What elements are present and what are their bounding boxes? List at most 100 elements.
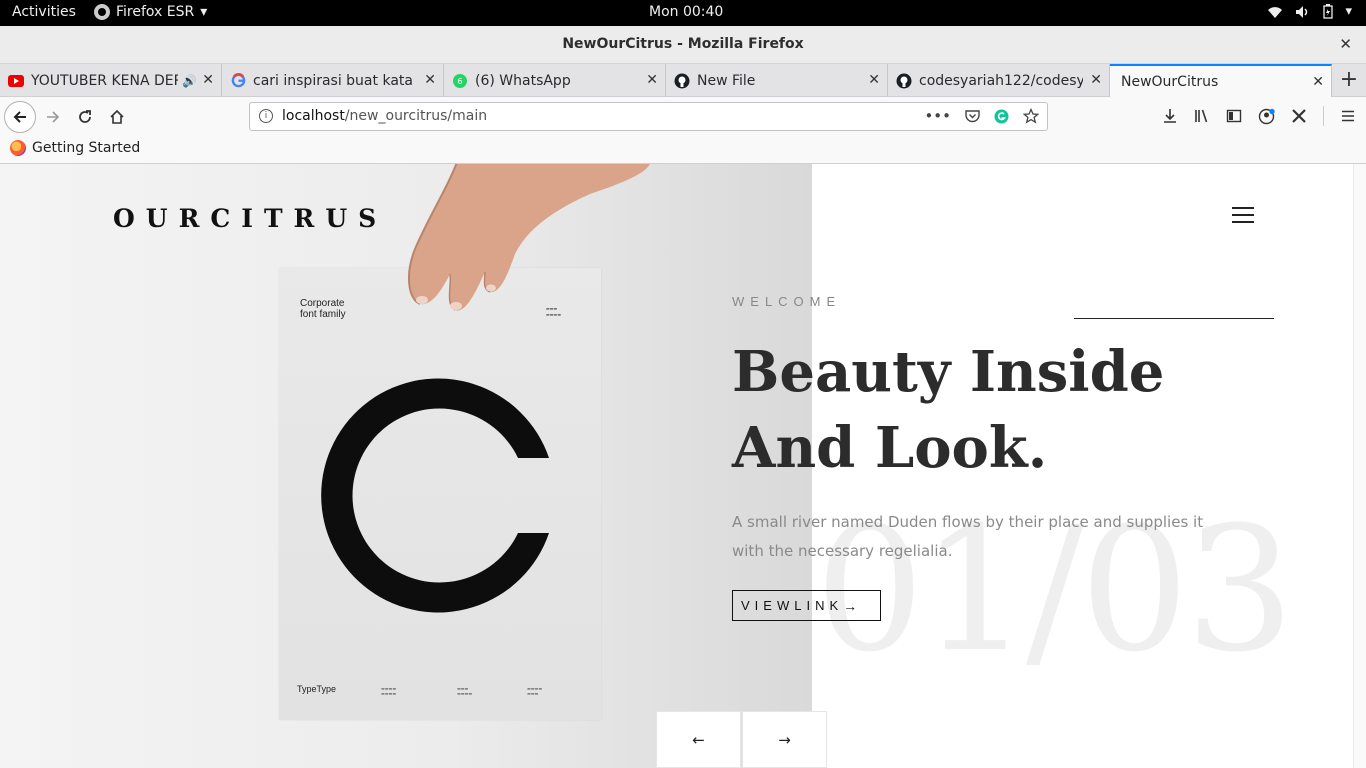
grammarly-icon[interactable] (994, 109, 1009, 124)
whatsapp-icon: 6 (452, 73, 468, 89)
home-icon (110, 109, 124, 124)
reload-icon (79, 110, 91, 123)
chevron-down-icon: ▾ (1345, 4, 1352, 19)
site-logo[interactable]: OURCITRUS (113, 204, 387, 233)
activities-button[interactable]: Activities (12, 4, 76, 20)
info-icon[interactable]: i (259, 109, 273, 123)
tab-label: codesyariah122/codesyar (919, 72, 1083, 89)
divider-line (1074, 318, 1274, 319)
poster-brand: TypeType (297, 684, 337, 694)
prev-slide-button[interactable]: ← (656, 711, 741, 768)
bookmarks-toolbar: Getting Started (0, 137, 1366, 164)
forward-button[interactable] (39, 103, 67, 131)
url-actions: ••• (924, 107, 1039, 125)
volume-icon (1296, 5, 1308, 18)
clock[interactable]: Mon 00:40 (649, 4, 723, 20)
tab-github-new-file[interactable]: New File ✕ (666, 64, 888, 97)
tab-newourcitrus[interactable]: NewOurCitrus ✕ (1110, 64, 1332, 97)
github-icon (896, 73, 912, 89)
close-tab-icon[interactable]: ✕ (202, 72, 214, 88)
tab-label: YOUTUBER KENA DEP (31, 72, 179, 89)
slider-controls: ← → (656, 711, 827, 768)
large-c-letter (321, 378, 549, 613)
hero-image: Corporate font family ▬▬▬ ▬▬▬▬ TypeType ▬… (0, 164, 812, 768)
arrow-left-icon: ← (692, 730, 705, 749)
url-path: /new_ourcitrus/main (344, 108, 488, 124)
new-tab-button[interactable]: + (1332, 64, 1366, 97)
system-status-area[interactable]: ▾ (1267, 4, 1352, 19)
hamburger-menu-icon[interactable] (1232, 207, 1254, 224)
chevron-down-icon: ▾ (200, 4, 208, 20)
arrow-right-icon: → (843, 597, 858, 614)
close-tab-icon[interactable]: ✕ (646, 72, 658, 88)
youtube-icon (8, 73, 24, 89)
home-button[interactable] (103, 103, 131, 131)
app-name: Firefox ESR (116, 4, 195, 20)
bookmark-getting-started[interactable]: Getting Started (10, 140, 140, 156)
close-tab-icon[interactable]: ✕ (424, 72, 436, 88)
tab-whatsapp[interactable]: 6 (6) WhatsApp ✕ (444, 64, 666, 97)
hero-description: A small river named Duden flows by their… (732, 513, 1204, 560)
bookmark-star-icon[interactable] (1023, 108, 1039, 124)
tab-strip: YOUTUBER KENA DEP 🔊 ✕ cari inspirasi bua… (0, 64, 1366, 97)
firefox-icon (10, 140, 26, 156)
app-menu-button[interactable]: Firefox ESR ▾ (94, 4, 207, 20)
back-arrow-icon (13, 111, 26, 123)
navigation-toolbar: i localhost/new_ourcitrus/main ••• (0, 97, 1366, 137)
headline-line1: Beauty Inside (732, 339, 1165, 405)
headline-line2: And Look. (732, 415, 1048, 481)
toolbar-right (1162, 106, 1356, 126)
view-link-label: VIEWLINK (741, 598, 844, 613)
url-host: localhost (282, 108, 345, 124)
poster-fine-print: ▬▬▬▬▬▬▬ (527, 686, 543, 696)
hamburger-menu-icon[interactable] (1340, 108, 1356, 124)
bookmark-label: Getting Started (32, 140, 141, 156)
poster: Corporate font family ▬▬▬ ▬▬▬▬ TypeType ▬… (279, 268, 601, 720)
back-button[interactable] (4, 101, 36, 133)
page-scrollbar[interactable] (1353, 164, 1366, 768)
forward-arrow-icon (47, 111, 60, 123)
tab-youtube[interactable]: YOUTUBER KENA DEP 🔊 ✕ (0, 64, 222, 97)
battery-icon (1323, 4, 1334, 19)
firefox-icon (94, 4, 110, 20)
google-icon (230, 73, 246, 89)
view-link-button[interactable]: VIEWLINK → (732, 590, 881, 621)
pocket-icon[interactable] (965, 109, 980, 123)
tab-github-repo[interactable]: codesyariah122/codesyar ✕ (888, 64, 1110, 97)
tab-label: New File (697, 72, 756, 89)
window-title: NewOurCitrus - Mozilla Firefox (562, 36, 804, 52)
svg-text:6: 6 (457, 77, 462, 86)
wifi-icon (1268, 6, 1283, 18)
tab-google-search[interactable]: cari inspirasi buat kata kat ✕ (222, 64, 444, 97)
next-slide-button[interactable]: → (742, 711, 827, 768)
toolbar-separator (1323, 106, 1324, 126)
tab-label: NewOurCitrus (1121, 73, 1219, 90)
url-text[interactable]: localhost/new_ourcitrus/main (282, 108, 487, 124)
library-icon[interactable] (1194, 108, 1210, 124)
web-page: Corporate font family ▬▬▬ ▬▬▬▬ TypeType ▬… (0, 164, 1366, 768)
reload-button[interactable] (71, 103, 99, 131)
sidebar-icon[interactable] (1226, 108, 1242, 124)
url-bar[interactable]: i localhost/new_ourcitrus/main ••• (249, 102, 1048, 131)
github-icon (674, 73, 690, 89)
tab-label: cari inspirasi buat kata kat (253, 72, 417, 89)
speaker-icon[interactable]: 🔊 (182, 74, 197, 88)
account-icon[interactable] (1258, 108, 1275, 125)
close-window-icon[interactable]: ✕ (1339, 35, 1352, 53)
poster-fine-print: ▬▬▬▬ ▬▬▬▬ (381, 686, 397, 696)
close-tab-icon[interactable]: ✕ (868, 72, 880, 88)
hero-headline: Beauty Inside And Look. (732, 334, 1164, 486)
poster-fine-print: ▬▬▬▬▬▬▬ (457, 686, 473, 696)
poster-title-line1: Corporate (300, 298, 345, 309)
welcome-label: WELCOME (732, 294, 842, 309)
page-actions-icon[interactable]: ••• (924, 107, 951, 125)
tab-label: (6) WhatsApp (475, 72, 571, 89)
download-icon[interactable] (1162, 108, 1178, 124)
close-tab-icon[interactable]: ✕ (1090, 72, 1102, 88)
close-tab-icon[interactable]: ✕ (1312, 74, 1324, 90)
window-title-bar: NewOurCitrus - Mozilla Firefox ✕ (0, 26, 1366, 64)
extension-x-icon[interactable] (1291, 108, 1307, 124)
hand-image (408, 164, 650, 311)
poster-title: Corporate font family (300, 298, 346, 320)
arrow-right-icon: → (778, 730, 791, 749)
